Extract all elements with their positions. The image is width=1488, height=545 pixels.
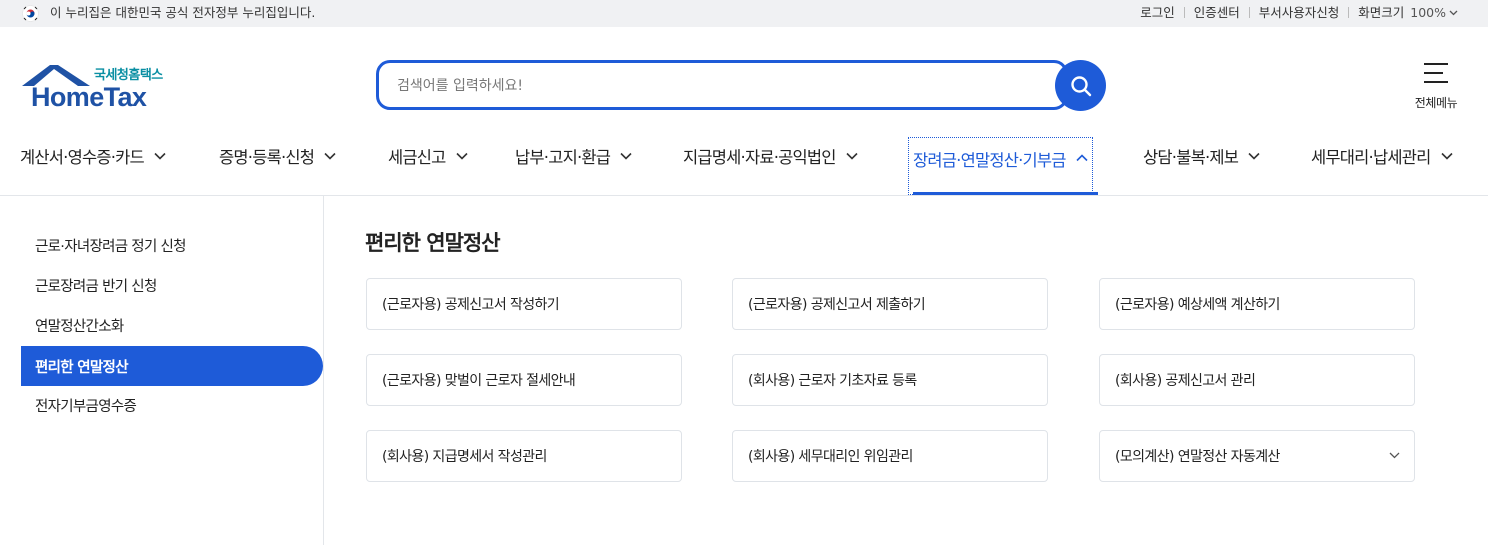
card-company-deduction-manage[interactable]: (회사용) 공제신고서 관리 — [1099, 354, 1415, 406]
gnb-item-tax-agent-management[interactable]: 세무대리·납세관리 — [1311, 138, 1453, 174]
card-label: (회사용) 근로자 기초자료 등록 — [748, 373, 917, 389]
chevron-down-icon — [154, 152, 166, 160]
gnb-item-payment-statement[interactable]: 지급명세·자료·공익법인 — [683, 138, 858, 174]
side-navigation: 근로·자녀장려금 정기 신청 근로장려금 반기 신청 연말정산간소화 편리한 연… — [0, 196, 324, 545]
search-input[interactable] — [397, 75, 1037, 97]
lnb-item-incentive-half[interactable]: 근로장려금 반기 신청 — [21, 265, 323, 305]
active-tab-indicator — [913, 192, 1098, 195]
gov-notice-text: 이 누리집은 대한민국 공식 전자정부 누리집입니다. — [50, 5, 316, 20]
card-label: (회사용) 세무대리인 위임관리 — [748, 449, 913, 465]
all-menu-button[interactable]: 전체메뉴 — [1406, 62, 1466, 112]
korea-flag-icon — [22, 5, 39, 22]
global-navigation: 계산서·영수증·카드 증명·등록·신청 세금신고 납부·고지·환급 지급명세·자… — [0, 137, 1488, 196]
chevron-up-icon — [1076, 154, 1088, 162]
card-company-worker-basic-data[interactable]: (회사용) 근로자 기초자료 등록 — [732, 354, 1048, 406]
card-label: (근로자용) 맞벌이 근로자 절세안내 — [382, 373, 576, 389]
gnb-item-tax-filing[interactable]: 세금신고 — [388, 138, 468, 174]
card-label: (모의계산) 연말정산 자동계산 — [1115, 449, 1280, 465]
gnb-item-label: 상담·불복·제보 — [1143, 148, 1239, 167]
chevron-down-icon — [324, 152, 336, 160]
search-button[interactable] — [1055, 60, 1106, 111]
card-worker-deduction-submit[interactable]: (근로자용) 공제신고서 제출하기 — [732, 278, 1048, 330]
card-label: (근로자용) 공제신고서 제출하기 — [748, 297, 926, 313]
card-label: (근로자용) 예상세액 계산하기 — [1115, 297, 1280, 313]
lnb-item-incentive-regular[interactable]: 근로·자녀장려금 정기 신청 — [21, 225, 323, 265]
zoom-label: 화면크기 — [1358, 5, 1405, 20]
card-company-tax-agent-delegation[interactable]: (회사용) 세무대리인 위임관리 — [732, 430, 1048, 482]
lnb-item-yearend-simplified[interactable]: 연말정산간소화 — [21, 305, 323, 345]
utility-links: 로그인 인증센터 부서사용자신청 화면크기 100% — [1131, 4, 1458, 21]
gnb-item-consult-appeal-report[interactable]: 상담·불복·제보 — [1143, 138, 1260, 174]
lnb-item-donation-receipt[interactable]: 전자기부금영수증 — [21, 385, 323, 425]
gnb-item-label: 장려금·연말정산·기부금 — [913, 151, 1067, 170]
logo-subtitle: 국세청홈택스 — [94, 68, 163, 83]
card-label: (회사용) 지급명세서 작성관리 — [382, 449, 547, 465]
gov-notice-bar: 이 누리집은 대한민국 공식 전자정부 누리집입니다. 로그인 인증센터 부서사… — [0, 0, 1488, 27]
chevron-down-icon — [846, 152, 858, 160]
card-company-statement-manage[interactable]: (회사용) 지급명세서 작성관리 — [366, 430, 682, 482]
gnb-item-label: 지급명세·자료·공익법인 — [683, 148, 837, 167]
chevron-down-icon — [1389, 452, 1400, 459]
lnb-item-convenient-yearend[interactable]: 편리한 연말정산 — [21, 346, 323, 386]
gnb-item-label: 납부·고지·환급 — [515, 148, 611, 167]
search-icon — [1070, 75, 1091, 96]
department-user-apply-link[interactable]: 부서사용자신청 — [1250, 4, 1349, 21]
card-worker-dual-income-guide[interactable]: (근로자용) 맞벌이 근로자 절세안내 — [366, 354, 682, 406]
all-menu-label: 전체메뉴 — [1414, 96, 1458, 110]
hometax-logo[interactable]: 국세청홈택스 HomeTax — [20, 60, 180, 112]
gnb-item-certificate-registration[interactable]: 증명·등록·신청 — [219, 138, 336, 174]
chevron-down-icon — [455, 152, 468, 160]
card-worker-tax-estimate[interactable]: (근로자용) 예상세액 계산하기 — [1099, 278, 1415, 330]
login-link[interactable]: 로그인 — [1131, 4, 1184, 21]
gnb-item-label: 세무대리·납세관리 — [1311, 148, 1431, 167]
card-worker-deduction-write[interactable]: (근로자용) 공제신고서 작성하기 — [366, 278, 682, 330]
gnb-item-invoice-receipt-card[interactable]: 계산서·영수증·카드 — [20, 138, 166, 174]
chevron-down-icon — [1440, 152, 1453, 160]
gnb-item-label: 세금신고 — [388, 148, 446, 167]
logo-name: HomeTax — [31, 82, 147, 112]
chevron-down-icon — [1449, 10, 1458, 15]
search-box — [376, 60, 1068, 110]
chevron-down-icon — [620, 152, 632, 160]
card-label: (근로자용) 공제신고서 작성하기 — [382, 297, 560, 313]
chevron-down-icon — [1248, 152, 1260, 160]
card-mock-yearend-auto-calc[interactable]: (모의계산) 연말정산 자동계산 — [1099, 430, 1415, 482]
card-label: (회사용) 공제신고서 관리 — [1115, 373, 1256, 389]
hamburger-menu-icon — [1424, 63, 1448, 83]
page-title: 편리한 연말정산 — [365, 231, 501, 255]
certificate-center-link[interactable]: 인증센터 — [1185, 4, 1249, 21]
gnb-item-label: 증명·등록·신청 — [219, 148, 315, 167]
gnb-item-incentive-yearend-donation[interactable]: 장려금·연말정산·기부금 — [908, 137, 1093, 195]
gnb-item-payment-refund[interactable]: 납부·고지·환급 — [515, 138, 632, 174]
zoom-control[interactable]: 화면크기 100% — [1349, 4, 1458, 21]
gnb-item-label: 계산서·영수증·카드 — [20, 148, 145, 167]
zoom-value: 100% — [1410, 5, 1446, 20]
